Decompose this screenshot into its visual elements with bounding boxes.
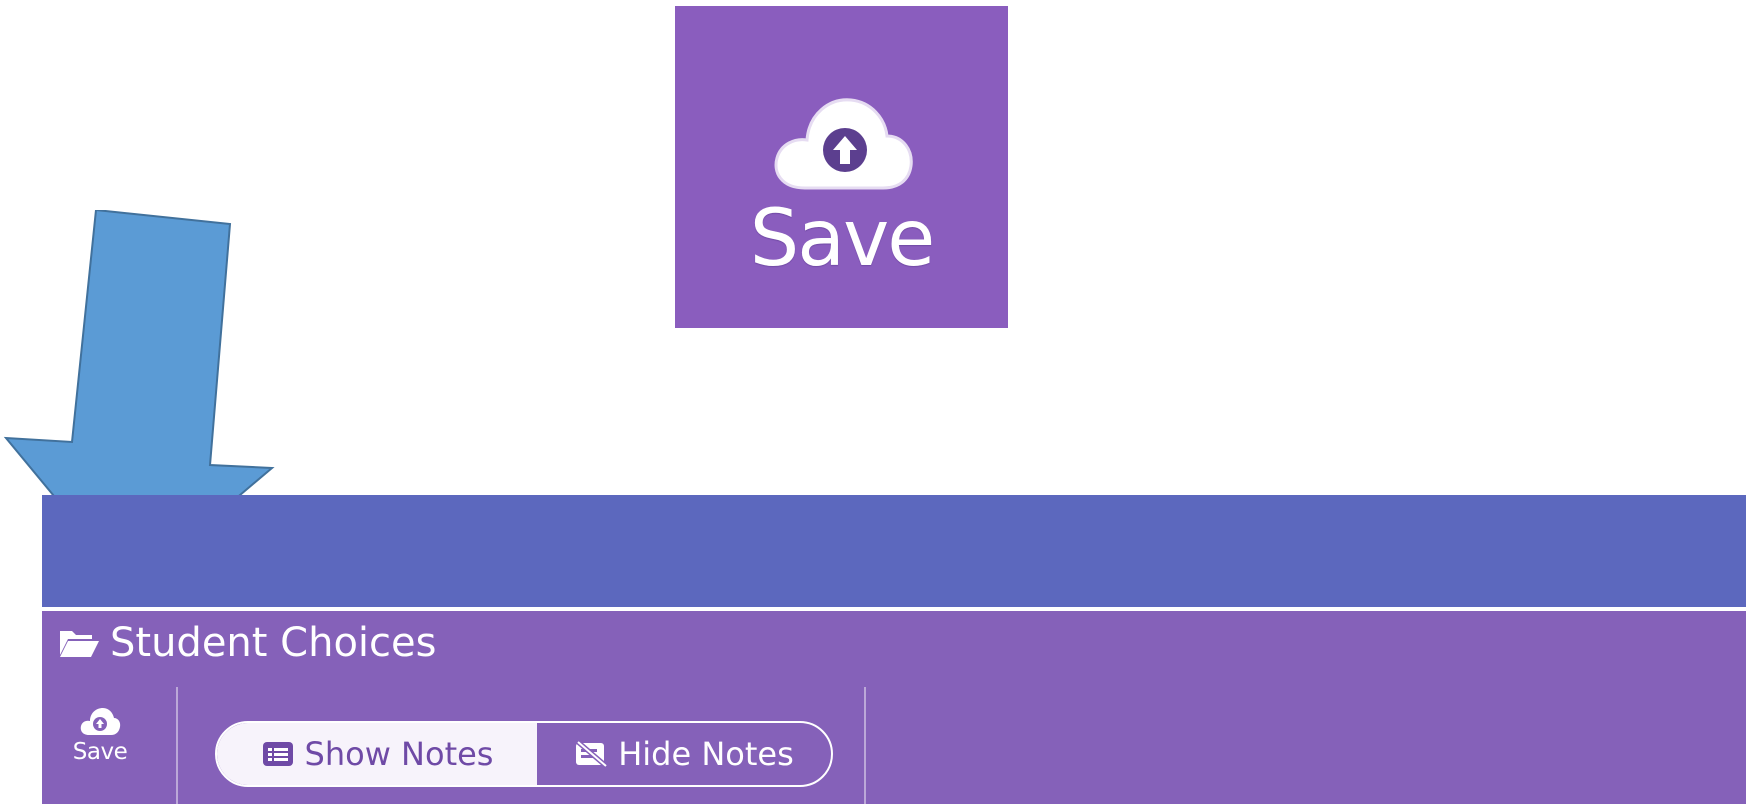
- hide-notes-label: Hide Notes: [618, 735, 794, 773]
- panel-title-text: Student Choices: [110, 620, 437, 666]
- notes-hidden-icon: [576, 740, 608, 768]
- save-button[interactable]: Save: [52, 683, 148, 793]
- toolbar-divider: [176, 687, 178, 804]
- panel-title: Student Choices: [58, 623, 436, 663]
- folder-open-icon: [60, 631, 99, 657]
- show-notes-label: Show Notes: [304, 735, 494, 773]
- save-zoom-label: Save: [749, 194, 935, 284]
- hide-notes-button[interactable]: Hide Notes: [537, 723, 831, 785]
- notes-toggle-group: Show Notes Hide Notes: [215, 721, 833, 787]
- app-top-bar: [42, 495, 1746, 607]
- panel-toolbar: Save Show Notes Hide Notes: [42, 683, 1746, 804]
- student-choices-panel: Student Choices Save Show Notes Hide Not…: [42, 611, 1746, 804]
- cloud-upload-icon: [80, 708, 121, 735]
- notes-list-icon: [262, 742, 293, 766]
- show-notes-button[interactable]: Show Notes: [217, 723, 537, 785]
- cloud-upload-icon: [774, 98, 913, 190]
- toolbar-divider: [864, 687, 866, 804]
- save-button-zoom-callout: Save: [675, 6, 1008, 328]
- save-button-label: Save: [72, 739, 128, 765]
